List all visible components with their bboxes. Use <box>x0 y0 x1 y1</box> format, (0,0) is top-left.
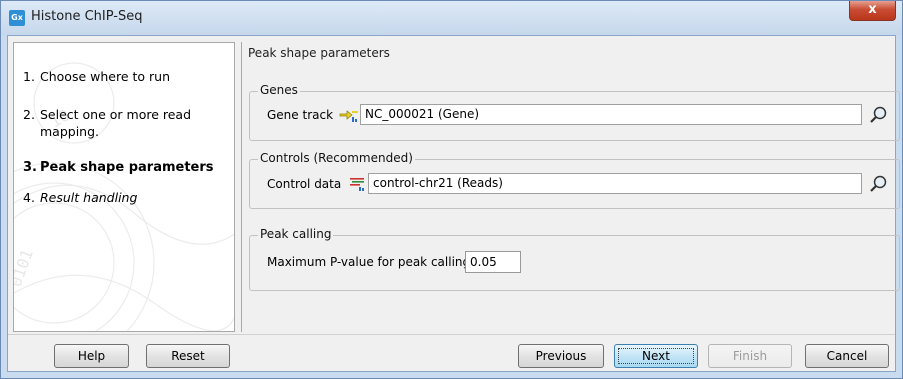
dialog-body: 0101 10 1. Choose where to run 2. Select… <box>7 35 900 372</box>
step-label: Peak shape parameters <box>40 160 214 175</box>
browse-icon[interactable] <box>868 105 888 125</box>
gene-track-icon <box>339 110 358 122</box>
step-label: Choose where to run <box>40 69 170 84</box>
title-bar[interactable]: Gx Histone ChIP-Seq x <box>1 1 902 35</box>
close-button[interactable]: x <box>849 1 896 21</box>
footer-divider <box>8 334 895 335</box>
step-number: 1. <box>23 69 35 84</box>
app-icon: Gx <box>9 10 25 26</box>
group-legend: Controls (Recommended) <box>258 151 415 165</box>
next-button[interactable]: Next <box>614 344 698 368</box>
finish-button: Finish <box>708 344 792 368</box>
gene-track-label: Gene track <box>267 108 334 122</box>
focus-ring <box>618 348 694 364</box>
group-legend: Genes <box>258 83 300 97</box>
step-label: Select one or more read mapping. <box>40 107 192 139</box>
gene-track-field[interactable]: NC_000021 (Gene) <box>360 104 862 125</box>
reads-track-icon <box>350 178 364 191</box>
step-number: 4. <box>23 190 35 205</box>
reset-button[interactable]: Reset <box>146 344 230 368</box>
cancel-button[interactable]: Cancel <box>805 344 889 368</box>
window-title: Histone ChIP-Seq <box>31 9 143 24</box>
step-number: 2. <box>23 107 35 122</box>
previous-button[interactable]: Previous <box>518 344 604 368</box>
max-pvalue-label: Maximum P-value for peak calling <box>267 255 471 269</box>
wizard-steps-panel: 0101 10 1. Choose where to run 2. Select… <box>13 42 235 332</box>
max-pvalue-input[interactable]: 0.05 <box>465 251 521 273</box>
step-number: 3. <box>23 160 37 175</box>
help-button[interactable]: Help <box>54 344 129 368</box>
genes-group: Genes Gene track NC_000021 (Gene) <box>249 83 900 141</box>
step-label: Result handling <box>40 190 138 205</box>
control-data-field[interactable]: control-chr21 (Reads) <box>368 173 862 194</box>
browse-icon[interactable] <box>868 174 888 194</box>
control-data-label: Control data <box>267 177 342 191</box>
peak-calling-group: Peak calling Maximum P-value for peak ca… <box>249 227 900 291</box>
controls-group: Controls (Recommended) Control data cont… <box>249 151 900 209</box>
group-legend: Peak calling <box>258 227 334 241</box>
decorative-watermark: 0101 10 <box>14 62 234 331</box>
page-title: Peak shape parameters <box>248 46 390 60</box>
dialog-window: Gx Histone ChIP-Seq x 0101 10 1. Choose … <box>0 0 903 379</box>
step-content-panel: Peak shape parameters Genes Gene track N… <box>241 42 900 332</box>
